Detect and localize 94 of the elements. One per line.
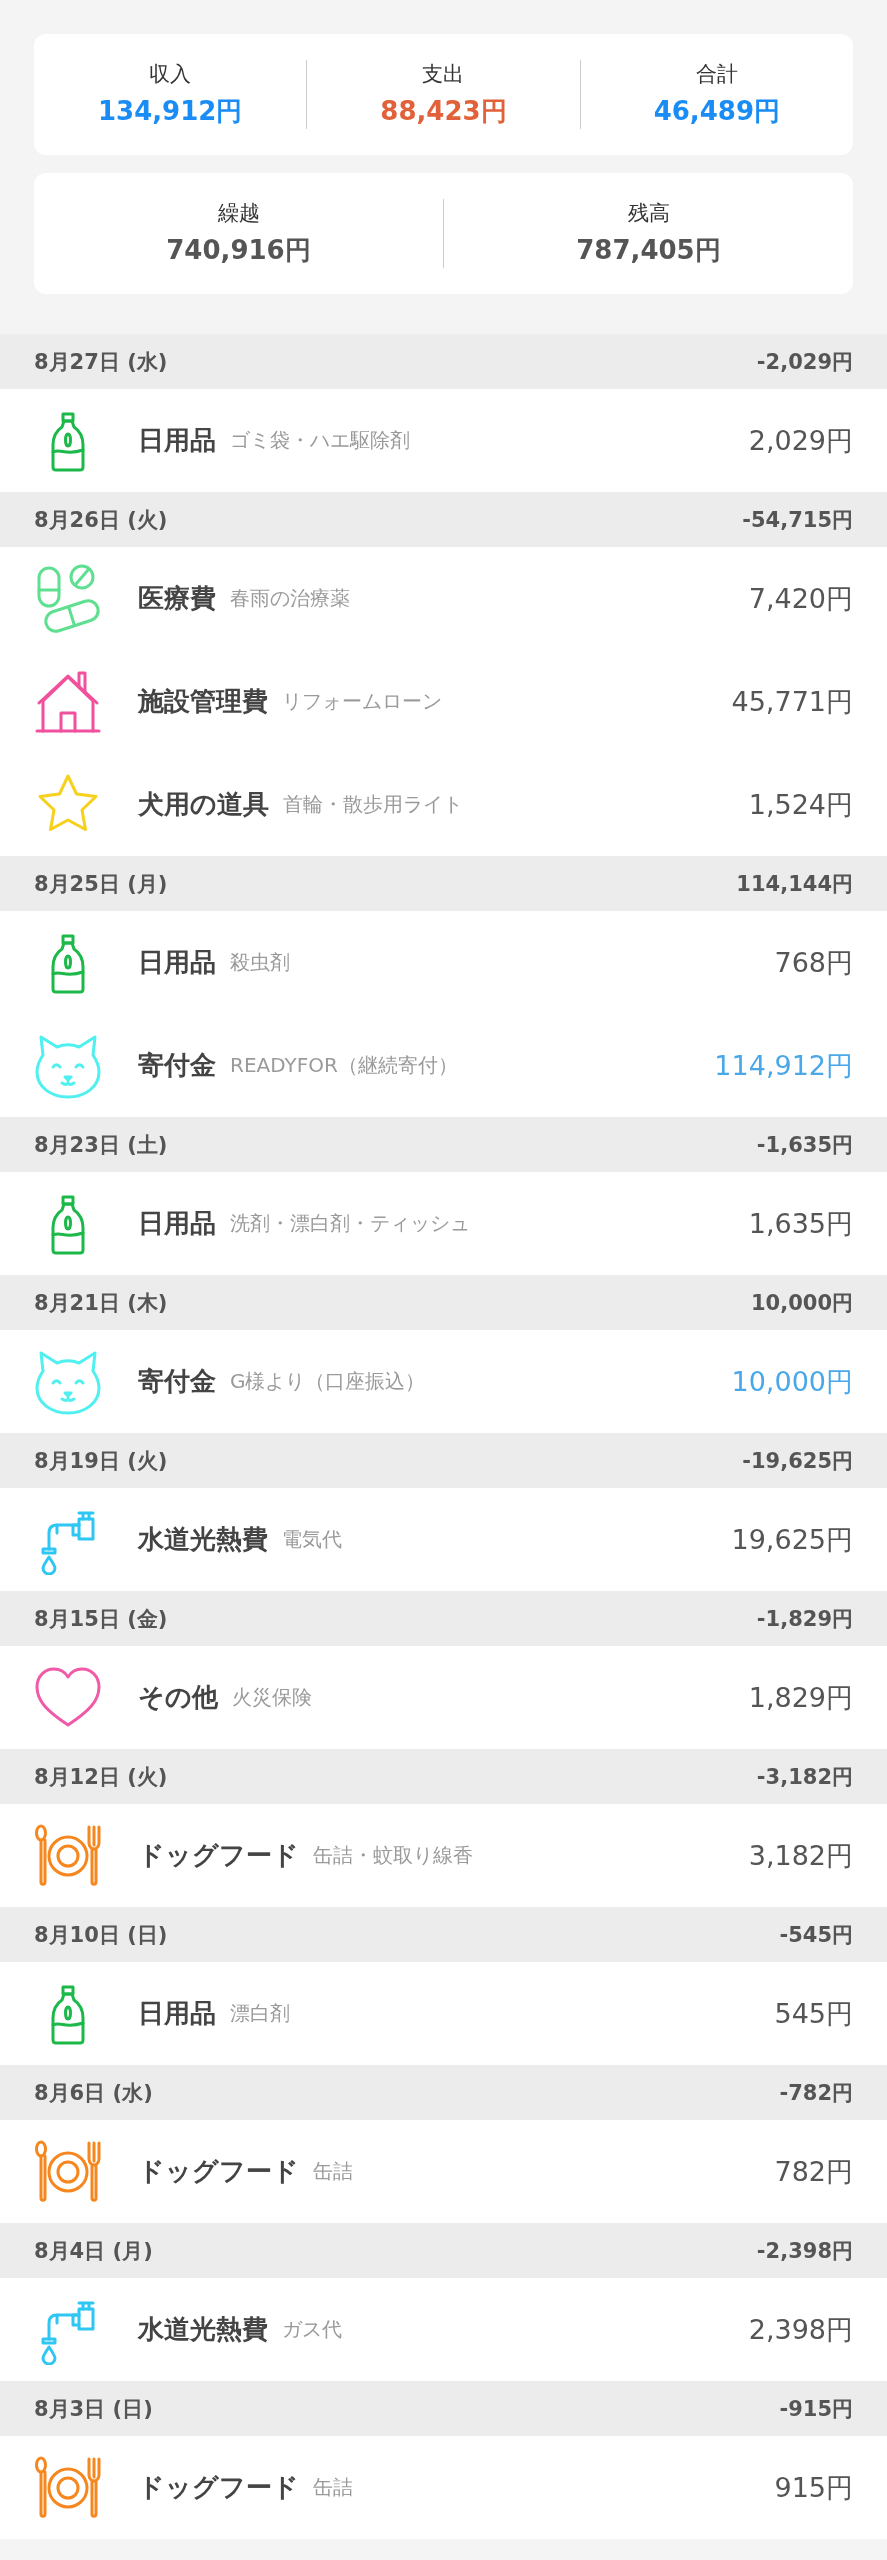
memo-text: 漂白剤 [230,2000,290,2027]
date-label: 8月25日 (月) [34,870,168,898]
memo-text: 缶詰 [313,2474,353,2501]
summary-label: 合計 [695,61,738,88]
transaction-row[interactable]: 寄付金 G様より（口座振込） 10,000円 [0,1330,887,1433]
memo-text: READYFOR（継続寄付） [230,1052,458,1079]
date-label: 8月4日 (月) [34,2237,153,2265]
day-total: -915円 [779,2395,853,2423]
category-label: その他 [138,1681,218,1714]
memo-text: ゴミ袋・ハエ駆除剤 [230,427,410,454]
transaction-row[interactable]: ドッグフード 缶詰 782円 [0,2120,887,2223]
balance-label: 繰越 [217,200,260,227]
day-total: -3,182円 [756,1763,853,1791]
day-total: -545円 [779,1921,853,1949]
memo-text: リフォームローン [282,688,442,715]
day-total: -782円 [779,2079,853,2107]
amount-text: 1,635円 [748,1206,853,1241]
category-label: 犬用の道具 [138,788,269,821]
transaction-row[interactable]: 犬用の道具 首輪・散歩用ライト 1,524円 [0,753,887,856]
amount-text: 2,029円 [748,423,853,458]
memo-text: 火災保険 [232,1684,312,1711]
summary-label: 支出 [422,61,465,88]
amount-text: 114,912円 [714,1048,853,1083]
amount-text: 915円 [774,2470,853,2505]
date-label: 8月6日 (水) [34,2079,153,2107]
amount-text: 2,398円 [748,2312,853,2347]
transaction-row[interactable]: 日用品 ゴミ袋・ハエ駆除剤 2,029円 [0,389,887,492]
amount-text: 782円 [774,2154,853,2189]
day-total: -2,029円 [756,348,853,376]
category-label: 寄付金 [138,1049,216,1082]
date-label: 8月19日 (火) [34,1447,168,1475]
amount-text: 10,000円 [731,1364,853,1399]
amount-text: 1,524円 [748,787,853,822]
memo-text: 缶詰 [313,2158,353,2185]
date-label: 8月12日 (火) [34,1763,168,1791]
amount-text: 19,625円 [731,1522,853,1557]
category-label: 水道光熱費 [138,1523,268,1556]
day-total: 114,144円 [736,870,853,898]
memo-text: 殺虫剤 [230,949,290,976]
category-label: 日用品 [138,1207,216,1240]
memo-text: 春雨の治療薬 [230,585,350,612]
summary-value: 134,912円 [97,95,243,128]
date-label: 8月27日 (水) [34,348,168,376]
summary-label: 収入 [149,61,192,88]
memo-text: 洗剤・漂白剤・ティッシュ [230,1210,470,1237]
amount-text: 1,829円 [748,1680,853,1715]
memo-text: ガス代 [282,2316,342,2343]
summary-value: 88,423円 [380,95,507,128]
category-label: ドッグフード [138,2155,299,2188]
transaction-row[interactable]: 日用品 漂白剤 545円 [0,1962,887,2065]
memo-text: 電気代 [282,1526,342,1553]
category-label: 日用品 [138,1997,216,2030]
memo-text: G様より（口座振込） [230,1368,426,1395]
memo-text: 缶詰・蚊取り線香 [313,1842,473,1869]
category-label: ドッグフード [138,1839,299,1872]
transaction-row[interactable]: 施設管理費 リフォームローン 45,771円 [0,650,887,753]
amount-text: 7,420円 [748,581,853,616]
transaction-row[interactable]: その他 火災保険 1,829円 [0,1646,887,1749]
transaction-row[interactable]: 日用品 殺虫剤 768円 [0,911,887,1014]
day-total: -1,829円 [756,1605,853,1633]
balance-label: 残高 [627,200,670,227]
category-label: 施設管理費 [138,685,268,718]
amount-text: 545円 [774,1996,853,2031]
balance-value: 740,916円 [166,234,311,267]
summary-value: 46,489円 [653,95,780,128]
date-label: 8月15日 (金) [34,1605,168,1633]
day-total: -54,715円 [742,506,853,534]
category-label: 医療費 [138,582,216,615]
day-total: -1,635円 [756,1131,853,1159]
transaction-row[interactable]: ドッグフード 缶詰・蚊取り線香 3,182円 [0,1804,887,1907]
amount-text: 45,771円 [731,684,853,719]
transaction-row[interactable]: ドッグフード 缶詰 915円 [0,2436,887,2539]
amount-text: 3,182円 [748,1838,853,1873]
category-label: 寄付金 [138,1365,216,1398]
transaction-row[interactable]: 医療費 春雨の治療薬 7,420円 [0,547,887,650]
day-total: -2,398円 [756,2237,853,2265]
category-label: 日用品 [138,424,216,457]
transaction-row[interactable]: 寄付金 READYFOR（継続寄付） 114,912円 [0,1014,887,1117]
date-label: 8月23日 (土) [34,1131,168,1159]
date-label: 8月26日 (火) [34,506,168,534]
amount-text: 768円 [774,945,853,980]
day-total: -19,625円 [742,1447,853,1475]
category-label: ドッグフード [138,2471,299,2504]
category-label: 水道光熱費 [138,2313,268,2346]
transaction-row[interactable]: 水道光熱費 ガス代 2,398円 [0,2278,887,2381]
balance-value: 787,405円 [576,234,721,267]
day-total: 10,000円 [750,1289,853,1317]
date-label: 8月21日 (木) [34,1289,168,1317]
transaction-row[interactable]: 水道光熱費 電気代 19,625円 [0,1488,887,1591]
category-label: 日用品 [138,946,216,979]
date-label: 8月10日 (日) [34,1921,168,1949]
date-label: 8月3日 (日) [34,2395,153,2423]
memo-text: 首輪・散歩用ライト [283,791,463,818]
transaction-row[interactable]: 日用品 洗剤・漂白剤・ティッシュ 1,635円 [0,1172,887,1275]
